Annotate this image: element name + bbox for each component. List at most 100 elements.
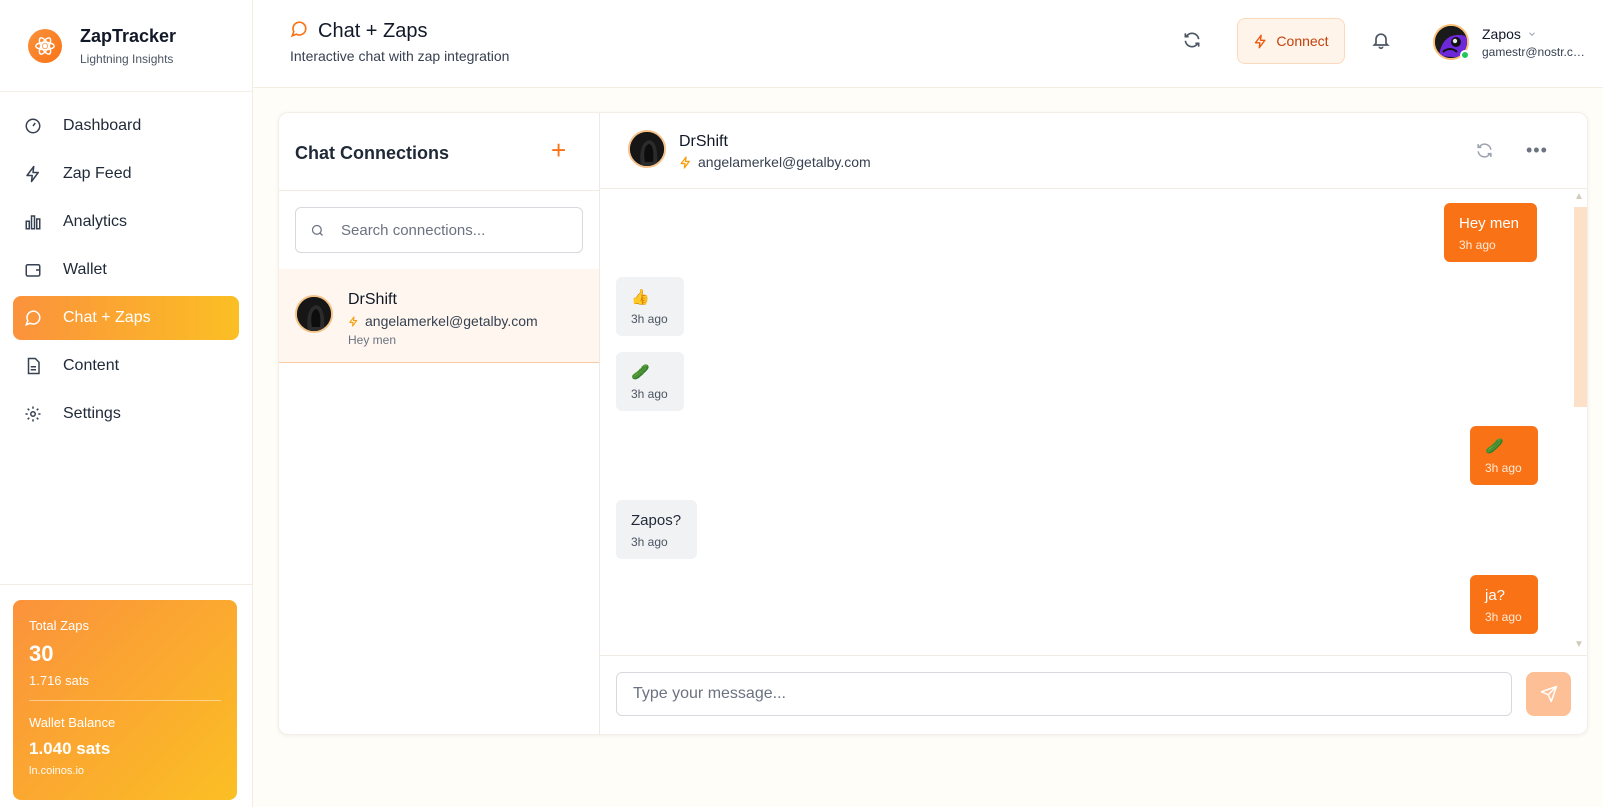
total-zaps-value: 30 bbox=[29, 641, 54, 666]
message-incoming: 🥒 3h ago bbox=[616, 352, 684, 411]
chat-bubble-icon bbox=[23, 308, 43, 328]
brand-subtitle: Lightning Insights bbox=[80, 51, 174, 66]
bar-chart-icon bbox=[23, 212, 43, 232]
message-time: 3h ago bbox=[1459, 238, 1496, 252]
message-time: 3h ago bbox=[631, 312, 668, 326]
connect-label: Connect bbox=[1276, 33, 1329, 49]
connection-item[interactable]: DrShift angelamerkel@getalby.com Hey men bbox=[279, 269, 599, 363]
sidebar: ZapTracker Lightning Insights Dashboard … bbox=[0, 0, 253, 807]
brand[interactable]: ZapTracker Lightning Insights bbox=[0, 0, 252, 92]
message-time: 3h ago bbox=[631, 535, 668, 549]
refresh-icon[interactable] bbox=[1182, 30, 1204, 52]
more-options-button[interactable]: ••• bbox=[1526, 140, 1548, 161]
atom-logo-icon bbox=[28, 28, 62, 63]
message-text: 👍 bbox=[631, 289, 650, 306]
chat-bubble-icon bbox=[290, 20, 308, 43]
connection-name: DrShift bbox=[348, 291, 397, 308]
sidebar-item-label: Dashboard bbox=[63, 117, 142, 134]
message-time: 3h ago bbox=[631, 387, 668, 401]
stats-card: Total Zaps 30 1.716 sats Wallet Balance … bbox=[13, 600, 237, 800]
message-text: 🥒 bbox=[631, 364, 650, 381]
search-input[interactable] bbox=[341, 221, 571, 239]
top-header: Chat + Zaps Interactive chat with zap in… bbox=[253, 0, 1603, 88]
connections-header: Chat Connections + bbox=[279, 113, 599, 191]
sidebar-item-label: Settings bbox=[63, 405, 121, 422]
sidebar-item-label: Content bbox=[63, 357, 120, 374]
message-outgoing: ja? 3h ago bbox=[1470, 575, 1538, 634]
message-text: Hey men bbox=[1459, 215, 1520, 232]
lightning-icon bbox=[679, 155, 692, 169]
message-list[interactable]: Hey men 3h ago 👍 3h ago 🥒 3h ago 🥒 3h ag… bbox=[600, 189, 1587, 655]
sidebar-item-label: Analytics bbox=[63, 213, 128, 230]
message-time: 3h ago bbox=[1485, 461, 1522, 475]
sidebar-item-chat-zaps[interactable]: Chat + Zaps bbox=[13, 296, 239, 340]
stats-divider bbox=[29, 700, 221, 701]
connection-address: angelamerkel@getalby.com bbox=[348, 313, 538, 329]
user-menu[interactable]: Zapos bbox=[1482, 26, 1537, 42]
total-sats-value: 1.716 sats bbox=[29, 673, 89, 688]
message-outgoing: 🥒 3h ago bbox=[1470, 426, 1538, 485]
sidebar-item-dashboard[interactable]: Dashboard bbox=[13, 104, 239, 148]
avatar bbox=[628, 130, 666, 168]
scrollbar-thumb[interactable] bbox=[1574, 207, 1587, 407]
bell-icon[interactable] bbox=[1371, 30, 1393, 52]
page-subtitle: Interactive chat with zap integration bbox=[290, 48, 510, 64]
gauge-icon bbox=[23, 116, 43, 136]
lightning-icon bbox=[23, 164, 43, 184]
brand-title: ZapTracker bbox=[80, 25, 177, 46]
refresh-icon[interactable] bbox=[1475, 141, 1494, 165]
message-incoming: 👍 3h ago bbox=[616, 277, 684, 336]
message-input[interactable] bbox=[616, 672, 1512, 716]
total-zaps-label: Total Zaps bbox=[29, 618, 89, 633]
wallet-host: ln.coinos.io bbox=[29, 765, 85, 777]
chat-header: DrShift angelamerkel@getalby.com ••• bbox=[600, 113, 1587, 189]
message-time: 3h ago bbox=[1485, 610, 1522, 624]
online-status-dot bbox=[1460, 50, 1470, 60]
sidebar-item-settings[interactable]: Settings bbox=[13, 392, 239, 436]
send-icon bbox=[1540, 685, 1558, 703]
sidebar-nav: Dashboard Zap Feed Analytics Wallet Chat… bbox=[0, 92, 252, 452]
chat-contact-name: DrShift bbox=[679, 133, 728, 150]
connect-button[interactable]: Connect bbox=[1237, 18, 1345, 64]
page-title-text: Chat + Zaps bbox=[318, 20, 428, 42]
avatar bbox=[295, 295, 333, 333]
search-icon bbox=[310, 223, 325, 238]
sidebar-item-label: Chat + Zaps bbox=[63, 309, 151, 326]
document-icon bbox=[23, 356, 43, 376]
sidebar-item-analytics[interactable]: Analytics bbox=[13, 200, 239, 244]
message-composer bbox=[600, 655, 1587, 734]
connections-column: Chat Connections + DrShift bbox=[279, 113, 600, 734]
chat-panel: Chat Connections + DrShift bbox=[278, 112, 1588, 735]
wallet-balance-value: 1.040 sats bbox=[29, 739, 111, 758]
user-email: gamestr@nostr.com bbox=[1482, 45, 1587, 59]
message-incoming: Zapos? 3h ago bbox=[616, 500, 697, 559]
scroll-up-icon[interactable]: ▲ bbox=[1574, 191, 1584, 202]
message-text: 🥒 bbox=[1485, 438, 1504, 455]
message-text: ja? bbox=[1485, 587, 1506, 604]
sidebar-item-content[interactable]: Content bbox=[13, 344, 239, 388]
scroll-down-icon[interactable]: ▼ bbox=[1574, 639, 1584, 650]
chat-column: DrShift angelamerkel@getalby.com ••• Hey… bbox=[600, 113, 1587, 734]
message-text: Zapos? bbox=[631, 512, 682, 529]
user-name: Zapos bbox=[1482, 26, 1521, 42]
chat-contact-address: angelamerkel@getalby.com bbox=[679, 154, 871, 170]
sidebar-item-wallet[interactable]: Wallet bbox=[13, 248, 239, 292]
sidebar-item-label: Wallet bbox=[63, 261, 107, 278]
chevron-down-icon bbox=[1527, 29, 1537, 39]
search-box bbox=[295, 207, 583, 253]
connection-preview: Hey men bbox=[348, 333, 397, 347]
wallet-balance-label: Wallet Balance bbox=[29, 715, 116, 730]
sidebar-item-zap-feed[interactable]: Zap Feed bbox=[13, 152, 239, 196]
wallet-icon bbox=[23, 260, 43, 280]
sidebar-divider bbox=[0, 584, 253, 585]
connection-address-text: angelamerkel@getalby.com bbox=[365, 313, 538, 329]
page-title: Chat + Zaps bbox=[290, 20, 428, 43]
message-outgoing: Hey men 3h ago bbox=[1444, 203, 1537, 262]
add-connection-button[interactable]: + bbox=[551, 137, 566, 163]
connections-title: Chat Connections bbox=[295, 143, 450, 163]
send-button[interactable] bbox=[1526, 672, 1571, 716]
lightning-icon bbox=[1253, 34, 1268, 49]
gear-icon bbox=[23, 404, 43, 424]
lightning-icon bbox=[348, 315, 359, 327]
sidebar-item-label: Zap Feed bbox=[63, 165, 132, 182]
